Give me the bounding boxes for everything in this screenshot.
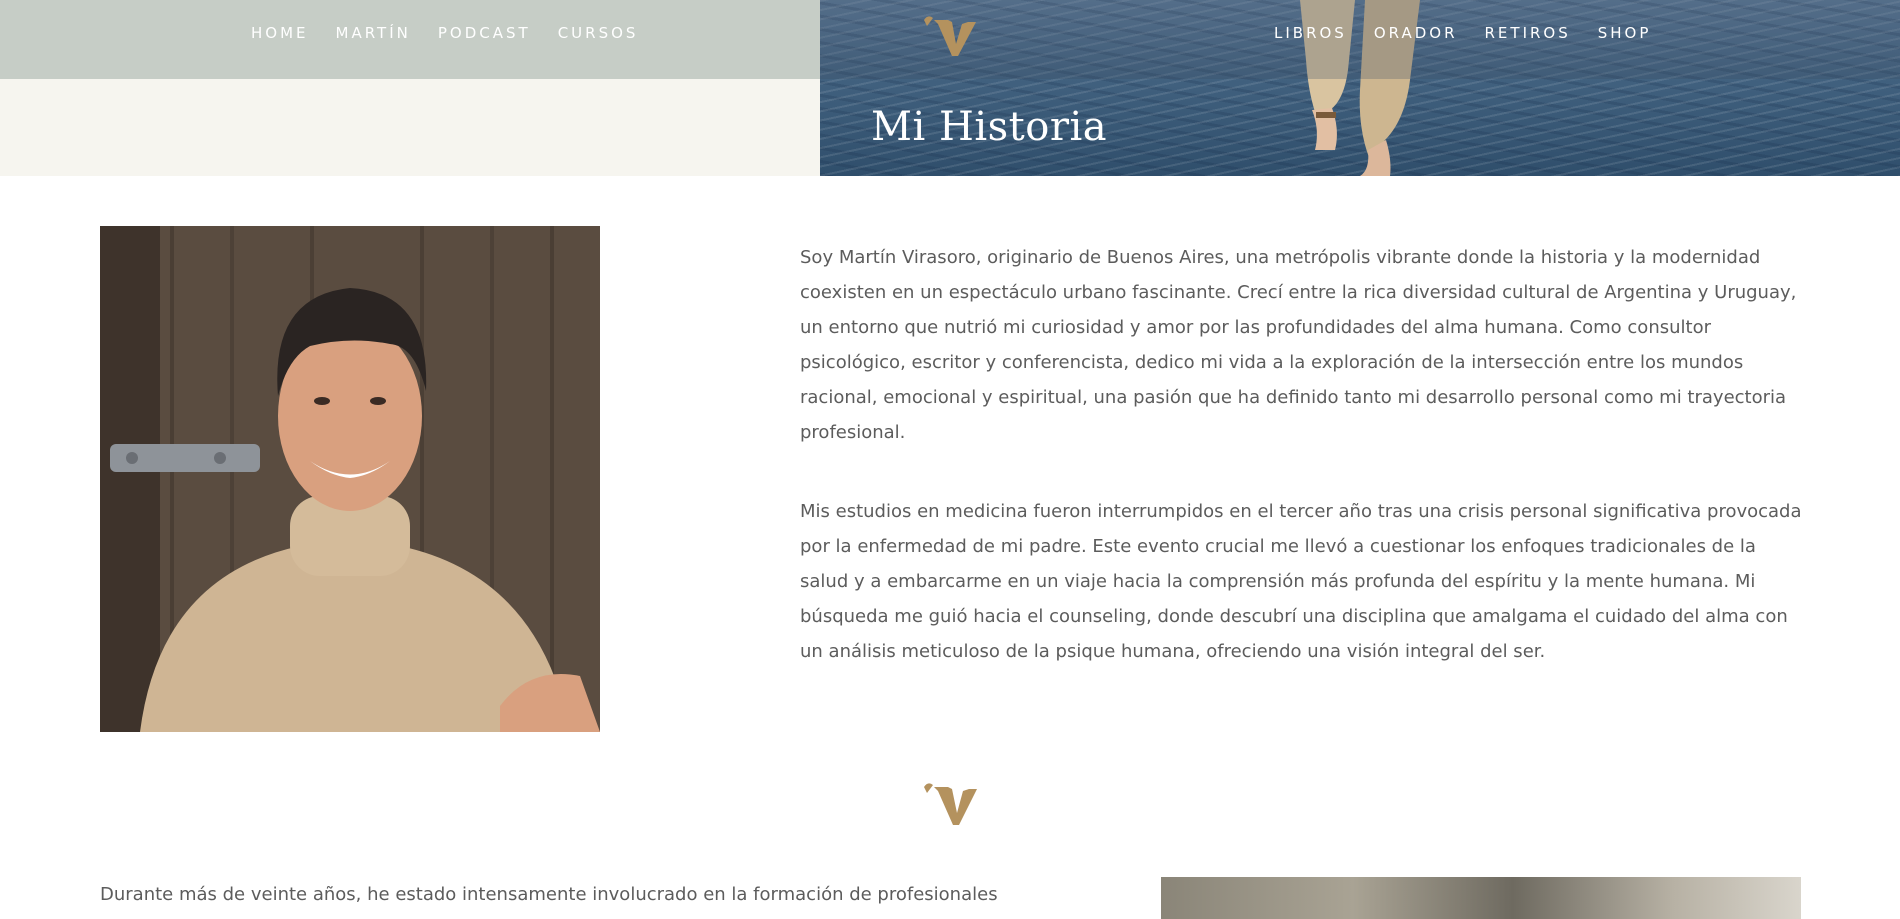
nav-retiros[interactable]: RETIROS xyxy=(1485,24,1571,42)
bio-section: Soy Martín Virasoro, originario de Bueno… xyxy=(800,240,1805,713)
bio-paragraph-2: Mis estudios en medicina fueron interrum… xyxy=(800,501,1802,662)
nav-cursos[interactable]: CURSOS xyxy=(558,24,639,42)
nav-podcast[interactable]: PODCAST xyxy=(438,24,531,42)
portrait-illustration xyxy=(100,226,600,732)
brand-logo[interactable] xyxy=(918,10,980,58)
section2-paragraph: Durante más de veinte años, he estado in… xyxy=(100,884,998,905)
nav-libros[interactable]: LIBROS xyxy=(1274,24,1347,42)
nav-orador[interactable]: ORADOR xyxy=(1374,24,1458,42)
brand-logo-divider xyxy=(924,783,977,825)
portrait-photo xyxy=(100,226,600,732)
bio-paragraph-1: Soy Martín Virasoro, originario de Bueno… xyxy=(800,247,1797,443)
main-nav-right: LIBROS ORADOR RETIROS SHOP xyxy=(1274,24,1651,42)
nav-home[interactable]: HOME xyxy=(251,24,309,42)
main-nav-left: HOME MARTÍN PODCAST CURSOS xyxy=(251,24,638,42)
nav-martin[interactable]: MARTÍN xyxy=(336,24,411,42)
section2-photo xyxy=(1161,877,1801,919)
nav-shop[interactable]: SHOP xyxy=(1598,24,1652,42)
page-title: Mi Historia xyxy=(871,104,1108,150)
